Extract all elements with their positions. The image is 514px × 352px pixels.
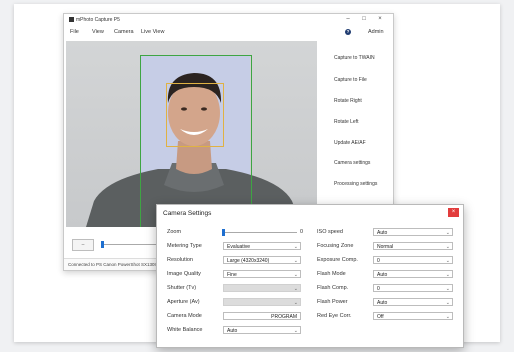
rotate-right-button[interactable]: Rotate Right xyxy=(334,98,362,104)
menu-camera[interactable]: Camera xyxy=(114,29,134,35)
chevron-down-icon: ⌄ xyxy=(293,272,298,278)
shutter-select: ⌄ xyxy=(223,284,301,292)
flash-power-label: Flash Power xyxy=(317,299,348,305)
processing-settings-button[interactable]: Processing settings xyxy=(334,181,377,187)
camera-mode-field: PROGRAM xyxy=(223,312,301,320)
face-detection-box xyxy=(166,83,224,147)
focusing-zone-label: Focusing Zone xyxy=(317,243,354,249)
zoom-value: 0 xyxy=(300,229,304,235)
live-view-area xyxy=(66,41,317,227)
image-quality-label: Image Quality xyxy=(167,271,201,277)
chevron-down-icon: ⌄ xyxy=(445,314,450,320)
chevron-down-icon: ⌄ xyxy=(445,272,450,278)
chevron-down-icon: ⌄ xyxy=(293,244,298,250)
close-button[interactable]: × xyxy=(374,15,386,24)
chevron-down-icon: ⌄ xyxy=(445,230,450,236)
dialog-close-button[interactable]: × xyxy=(448,208,459,217)
white-balance-label: White Balance xyxy=(167,327,203,333)
exposure-comp-select[interactable]: 0 ⌄ xyxy=(373,256,453,264)
resolution-select[interactable]: Large (4320x3240) ⌄ xyxy=(223,256,301,264)
chevron-down-icon: ⌄ xyxy=(445,244,450,250)
help-icon[interactable]: ? xyxy=(345,29,351,35)
flash-mode-label: Flash Mode xyxy=(317,271,346,277)
zoom-slider-thumb[interactable] xyxy=(222,229,225,236)
white-balance-select[interactable]: Auto ⌄ xyxy=(223,326,301,334)
zoom-label: Zoom xyxy=(167,229,182,235)
capture-to-twain-button[interactable]: Capture to TWAIN xyxy=(334,55,375,61)
metering-type-label: Metering Type xyxy=(167,243,202,249)
red-eye-corr-select[interactable]: Off ⌄ xyxy=(373,312,453,320)
resolution-label: Resolution xyxy=(167,257,193,263)
iso-speed-label: ISO speed xyxy=(317,229,343,235)
menu-live-view[interactable]: Live View xyxy=(141,29,164,35)
flash-comp-label: Flash Comp. xyxy=(317,285,349,291)
iso-speed-select[interactable]: Auto ⌄ xyxy=(373,228,453,236)
rotate-left-button[interactable]: Rotate Left xyxy=(334,119,358,125)
chevron-down-icon: ⌄ xyxy=(293,258,298,264)
zoom-slider[interactable] xyxy=(222,229,297,236)
preview-slider-thumb[interactable] xyxy=(101,241,104,248)
app-icon xyxy=(69,17,74,22)
metering-type-select[interactable]: Evaluative ⌄ xyxy=(223,242,301,250)
app-title: mPhoto Capture P5 xyxy=(76,17,120,23)
minimize-button[interactable]: – xyxy=(342,15,354,24)
chevron-down-icon: ⌄ xyxy=(293,328,298,334)
flash-comp-select[interactable]: 0 ⌄ xyxy=(373,284,453,292)
maximize-button[interactable]: □ xyxy=(358,15,370,24)
red-eye-corr-label: Red Eye Corr. xyxy=(317,313,352,319)
chevron-down-icon: ⌄ xyxy=(293,300,298,306)
camera-settings-dialog: Camera Settings × Zoom 0 Metering Type E… xyxy=(156,204,464,348)
shutter-label: Shutter (Tv) xyxy=(167,285,197,291)
focusing-zone-select[interactable]: Normal ⌄ xyxy=(373,242,453,250)
connection-status: Connected to PS Canon PowerShot SX130IS xyxy=(68,262,159,267)
camera-mode-label: Camera Mode xyxy=(167,313,202,319)
action-sidebar: Capture to TWAIN Capture to File Rotate … xyxy=(320,41,392,227)
chevron-down-icon: ⌄ xyxy=(445,300,450,306)
chevron-down-icon: ⌄ xyxy=(445,258,450,264)
dialog-title: Camera Settings xyxy=(163,210,212,217)
admin-link[interactable]: Admin xyxy=(368,29,384,35)
menu-view[interactable]: View xyxy=(92,29,104,35)
aperture-select: ⌄ xyxy=(223,298,301,306)
flash-power-select[interactable]: Auto ⌄ xyxy=(373,298,453,306)
camera-settings-button[interactable]: Camera settings xyxy=(334,160,370,166)
menu-file[interactable]: File xyxy=(70,29,79,35)
menu-bar: File View Camera Live View xyxy=(64,28,393,38)
title-bar: mPhoto Capture P5 – □ × xyxy=(64,14,393,26)
flash-mode-select[interactable]: Auto ⌄ xyxy=(373,270,453,278)
capture-to-file-button[interactable]: Capture to File xyxy=(334,77,367,83)
aperture-label: Aperture (Av) xyxy=(167,299,200,305)
exposure-comp-label: Exposure Comp. xyxy=(317,257,358,263)
image-quality-select[interactable]: Fine ⌄ xyxy=(223,270,301,278)
chevron-down-icon: ⌄ xyxy=(293,286,298,292)
zoom-out-button[interactable]: – xyxy=(72,239,94,251)
update-ae-af-button[interactable]: Update AE/AF xyxy=(334,140,366,146)
chevron-down-icon: ⌄ xyxy=(445,286,450,292)
preview-slider[interactable] xyxy=(101,241,162,248)
